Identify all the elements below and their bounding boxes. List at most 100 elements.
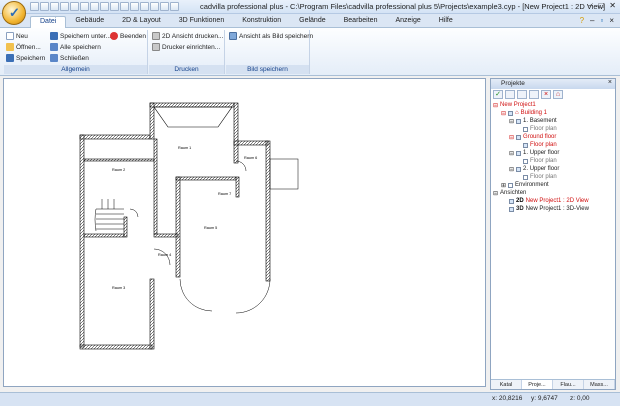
tree-item-upper-floor-2[interactable]: ⊟ 2. Upper floor [509, 165, 559, 173]
group-label-allgemein: Allgemein [4, 65, 147, 74]
tab-2d-layout[interactable]: 2D & Layout [113, 16, 170, 28]
ribbon-restore-icon[interactable]: ▫ [600, 16, 603, 25]
window-tool-icon[interactable] [130, 2, 139, 11]
wall-tool-icon[interactable] [110, 2, 119, 11]
printer-setup-icon [152, 43, 160, 51]
tab-flaechen[interactable]: Flau... [553, 380, 584, 389]
tree-item-building[interactable]: ⊟ ⌂ Building 1 [501, 109, 547, 117]
tree-item-ansichten[interactable]: ⊟ Ansichten [493, 189, 526, 197]
room-label: Raum 5 [204, 226, 217, 230]
visibility-checkbox[interactable] [516, 166, 522, 172]
minimize-button[interactable]: – [588, 1, 592, 10]
visibility-checkbox[interactable] [523, 158, 528, 164]
visibility-checkbox[interactable] [508, 110, 514, 116]
tab-konstruktion[interactable]: Konstruktion [233, 16, 290, 28]
tab-masse[interactable]: Mass... [584, 380, 615, 389]
visibility-checkbox[interactable] [508, 182, 514, 188]
delete-icon[interactable]: × [541, 90, 551, 99]
close-button[interactable]: ✕ [609, 1, 616, 10]
add-floor-icon[interactable] [517, 90, 527, 99]
application-menu-button[interactable]: ✓ [2, 1, 26, 25]
new-button[interactable]: Neu [6, 32, 28, 40]
tab-anzeige[interactable]: Anzeige [386, 16, 429, 28]
wall [233, 140, 269, 146]
tree-item-2d-view[interactable]: 2D New Project1 : 2D View [509, 197, 589, 205]
tree-item-floor-plan[interactable]: Floor plan [523, 125, 557, 133]
print-icon[interactable] [80, 2, 89, 11]
visibility-checkbox[interactable] [516, 150, 522, 156]
save-all-button[interactable]: Alle speichern [50, 43, 101, 51]
render-icon[interactable] [170, 2, 179, 11]
wall [149, 102, 155, 140]
tab-bearbeiten[interactable]: Bearbeiten [335, 16, 387, 28]
open-file-icon[interactable] [40, 2, 49, 11]
drawing-canvas-2d-view[interactable]: Raum 1 Raum 2 Raum 3 Raum 4 Raum 5 Raum … [3, 78, 486, 387]
tree-item-ground-floor[interactable]: ⊟ Ground floor [509, 133, 556, 141]
zoom-icon[interactable] [90, 2, 99, 11]
room-label: Raum 3 [112, 286, 125, 290]
roof-tool-icon[interactable] [140, 2, 149, 11]
select-icon[interactable] [100, 2, 109, 11]
undo-icon[interactable] [60, 2, 69, 11]
save-view-as-image-button[interactable]: Ansicht als Bild speichern [229, 32, 313, 40]
tab-datei[interactable]: Datei [30, 16, 67, 28]
app-logo-icon: ✓ [9, 5, 20, 20]
tree-item-upper-floor-1[interactable]: ⊟ 1. Upper floor [509, 149, 559, 157]
visibility-checkbox[interactable] [516, 134, 522, 140]
close-file-button[interactable]: Schließen [50, 54, 89, 62]
tab-katalog[interactable]: Katal [491, 380, 522, 389]
print-2d-view-button[interactable]: 2D Ansicht drucken... [152, 32, 223, 40]
ribbon-close-icon[interactable]: × [609, 16, 614, 25]
add-building-icon[interactable] [505, 90, 515, 99]
quick-access-toolbar [30, 2, 179, 12]
tab-projekte[interactable]: Proje... [522, 380, 553, 389]
collapse-icon[interactable]: ⊟ [509, 150, 514, 157]
collapse-icon[interactable]: ⊟ [493, 102, 498, 109]
check-icon[interactable]: ✓ [493, 90, 503, 99]
tree-item-floor-plan[interactable]: Floor plan [523, 157, 557, 165]
house-icon[interactable]: ⌂ [553, 90, 563, 99]
printer-setup-button[interactable]: Drucker einrichten... [152, 43, 220, 51]
add-view-icon[interactable] [529, 90, 539, 99]
tree-item-floor-plan[interactable]: Floor plan [523, 141, 557, 149]
collapse-icon[interactable]: ⊟ [501, 110, 506, 117]
visibility-checkbox[interactable] [523, 142, 528, 148]
tab-gebaeude[interactable]: Gebäude [66, 16, 113, 28]
tree-item-environment[interactable]: ⊞ Environment [501, 181, 549, 189]
tab-hilfe[interactable]: Hilfe [430, 16, 462, 28]
save-button[interactable]: Speichern [6, 54, 45, 62]
collapse-icon[interactable]: ⊟ [509, 166, 514, 173]
save-as-button[interactable]: Speichern unter... [50, 32, 111, 40]
stairs-tool-icon[interactable] [150, 2, 159, 11]
door-tool-icon[interactable] [120, 2, 129, 11]
tree-item-basement[interactable]: ⊟ 1. Basement [509, 117, 557, 125]
exit-icon [110, 32, 118, 40]
visibility-checkbox[interactable] [509, 206, 514, 212]
collapse-icon[interactable]: ⊟ [509, 118, 514, 125]
open-button[interactable]: Öffnen... [6, 43, 41, 51]
tab-3d-funktionen[interactable]: 3D Funktionen [170, 16, 234, 28]
maximize-button[interactable]: □ [598, 1, 603, 10]
3d-view-icon[interactable] [160, 2, 169, 11]
visibility-checkbox[interactable] [516, 118, 522, 124]
exit-button[interactable]: Beenden [110, 32, 146, 40]
tree-item-floor-plan[interactable]: Floor plan [523, 173, 557, 181]
visibility-checkbox[interactable] [523, 174, 528, 180]
help-icon[interactable]: ? [580, 16, 584, 25]
tree-item-project[interactable]: ⊟ New Project1 [493, 101, 536, 109]
room-label: Raum 1 [178, 146, 191, 150]
tree-item-3d-view[interactable]: 3D New Project1 : 3D-View [509, 205, 589, 213]
visibility-checkbox[interactable] [523, 126, 528, 132]
wall [83, 233, 125, 238]
redo-icon[interactable] [70, 2, 79, 11]
new-icon [6, 32, 14, 40]
ribbon-minimize-icon[interactable]: – [590, 16, 594, 25]
new-file-icon[interactable] [30, 2, 39, 11]
tab-gelaende[interactable]: Gelände [290, 16, 334, 28]
collapse-icon[interactable]: ⊟ [493, 190, 498, 197]
expand-icon[interactable]: ⊞ [501, 182, 506, 189]
save-icon[interactable] [50, 2, 59, 11]
collapse-icon[interactable]: ⊟ [509, 134, 514, 141]
panel-close-icon[interactable]: × [608, 79, 612, 86]
visibility-checkbox[interactable] [509, 198, 514, 204]
